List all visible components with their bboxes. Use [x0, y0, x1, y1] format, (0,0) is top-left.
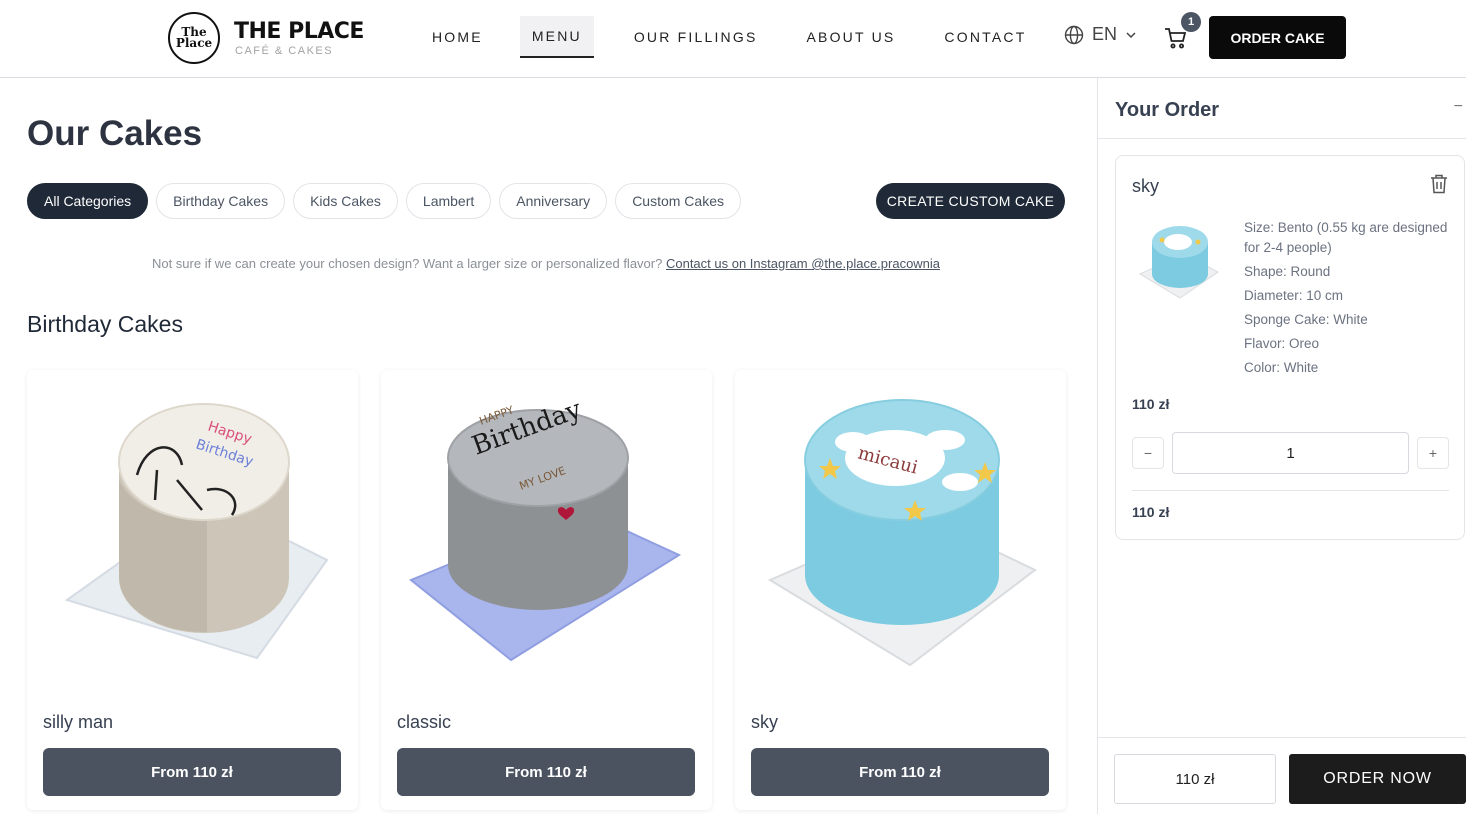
- order-now-button[interactable]: ORDER NOW: [1289, 754, 1466, 804]
- logo-badge[interactable]: The Place: [168, 12, 220, 64]
- cake-image-sky[interactable]: micaui: [735, 370, 1066, 690]
- nav-about-us[interactable]: ABOUT US: [795, 16, 908, 58]
- product-name: classic: [397, 712, 452, 732]
- product-card[interactable]: Birthday HAPPY MY LOVE classic From 110 …: [381, 370, 712, 810]
- order-title: Your Order: [1115, 99, 1220, 121]
- order-cake-button[interactable]: ORDER CAKE: [1209, 16, 1346, 59]
- create-custom-cake-button[interactable]: CREATE CUSTOM CAKE: [876, 183, 1065, 219]
- brand-title[interactable]: THE PLACE: [234, 19, 364, 44]
- order-item-details: Size: Bento (0.55 kg are designed for 2-…: [1244, 218, 1454, 382]
- product-price-button[interactable]: From 110 zł: [397, 748, 695, 796]
- nav-contact[interactable]: CONTACT: [932, 16, 1038, 58]
- category-filters: All Categories Birthday Cakes Kids Cakes…: [27, 183, 741, 219]
- detail-sponge: Sponge Cake: White: [1244, 312, 1368, 327]
- cake-image-silly-man[interactable]: Happy Birthday: [27, 370, 358, 690]
- category-lambert[interactable]: Lambert: [405, 183, 492, 219]
- section-title: Birthday Cakes: [27, 311, 183, 337]
- quantity-increase-button[interactable]: +: [1417, 437, 1449, 469]
- language-label: EN: [1092, 24, 1118, 44]
- trash-icon[interactable]: [1430, 174, 1448, 194]
- product-price-button[interactable]: From 110 zł: [751, 748, 1049, 796]
- nav-menu[interactable]: MENU: [519, 16, 594, 58]
- cakes-catalog: Our Cakes All Categories Birthday Cakes …: [0, 78, 1097, 814]
- divider: [1132, 490, 1449, 491]
- main-nav: HOME MENU OUR FILLINGS ABOUT US CONTACT: [420, 16, 1063, 58]
- chevron-down-icon: [1126, 31, 1136, 38]
- cart-count-badge: 1: [1181, 12, 1201, 32]
- order-header: Your Order −: [1098, 78, 1466, 139]
- detail-color: Color: White: [1244, 360, 1319, 375]
- design-notice: Not sure if we can create your chosen de…: [0, 256, 1092, 271]
- category-custom[interactable]: Custom Cakes: [615, 183, 741, 219]
- order-item-subtotal: 110 zł: [1132, 504, 1170, 520]
- cake-image-classic[interactable]: Birthday HAPPY MY LOVE: [381, 370, 712, 690]
- order-item-thumbnail: [1138, 226, 1219, 299]
- detail-shape: Shape: Round: [1244, 264, 1331, 279]
- category-anniversary[interactable]: Anniversary: [499, 183, 608, 219]
- quantity-input[interactable]: 1: [1172, 432, 1409, 474]
- language-selector[interactable]: EN: [1064, 24, 1137, 45]
- notice-text: Not sure if we can create your chosen de…: [151, 256, 663, 271]
- product-name: sky: [751, 712, 778, 732]
- nav-home[interactable]: HOME: [420, 16, 495, 58]
- detail-size: Size: Bento (0.55 kg are designed for 2-…: [1244, 220, 1448, 255]
- category-all[interactable]: All Categories: [27, 183, 149, 219]
- logo-badge-line2: Place: [175, 36, 213, 50]
- order-item-price: 110 zł: [1132, 396, 1170, 412]
- order-item: sky Size: Bento (0.55 kg are designed fo…: [1115, 155, 1465, 540]
- category-birthday[interactable]: Birthday Cakes: [156, 183, 286, 219]
- minimize-order-button[interactable]: −: [1454, 98, 1463, 116]
- page-title: Our Cakes: [27, 114, 203, 153]
- product-card[interactable]: micaui sky From 110 zł: [735, 370, 1066, 810]
- category-kids[interactable]: Kids Cakes: [293, 183, 398, 219]
- order-sidebar: Your Order − sky Size: Bento (0.55 kg ar…: [1097, 78, 1466, 814]
- nav-our-fillings[interactable]: OUR FILLINGS: [622, 16, 770, 58]
- product-card[interactable]: Happy Birthday silly man From 110 zł: [27, 370, 358, 810]
- order-footer: 110 zł ORDER NOW: [1098, 737, 1466, 814]
- quantity-decrease-button[interactable]: −: [1132, 437, 1164, 469]
- order-item-name: sky: [1132, 176, 1159, 196]
- site-header: The Place THE PLACE CAFÉ & CAKES HOME ME…: [0, 0, 1466, 78]
- instagram-contact-link[interactable]: Contact us on Instagram @the.place.praco…: [666, 256, 940, 271]
- brand-subtitle: CAFÉ & CAKES: [235, 45, 334, 57]
- detail-flavor: Flavor: Oreo: [1244, 336, 1320, 351]
- globe-icon: [1064, 25, 1084, 44]
- product-name: silly man: [43, 712, 114, 732]
- detail-diameter: Diameter: 10 cm: [1244, 288, 1344, 303]
- order-total: 110 zł: [1114, 754, 1276, 804]
- product-price-button[interactable]: From 110 zł: [43, 748, 341, 796]
